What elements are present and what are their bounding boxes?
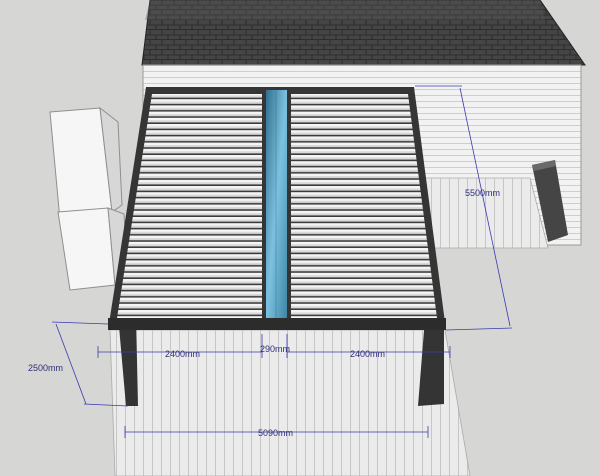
bay-right-label: 2400mm: [350, 349, 385, 359]
overall-width-label: 5090mm: [258, 428, 293, 438]
glass-strip: [266, 90, 287, 318]
white-boxes: [49, 106, 129, 291]
gap-center-label: 290mm: [260, 344, 290, 354]
louver-bay-left: [117, 94, 262, 318]
depth-right-label: 5500mm: [465, 188, 500, 198]
bay-left-label: 2400mm: [165, 349, 200, 359]
pergola-roof: [108, 87, 446, 330]
pergola-3d-diagram: 5500mm 2400mm 290mm 2400mm 2500mm 5090mm: [28, 0, 586, 476]
house-roof: [141, 0, 586, 66]
height-left-label: 2500mm: [28, 363, 63, 373]
